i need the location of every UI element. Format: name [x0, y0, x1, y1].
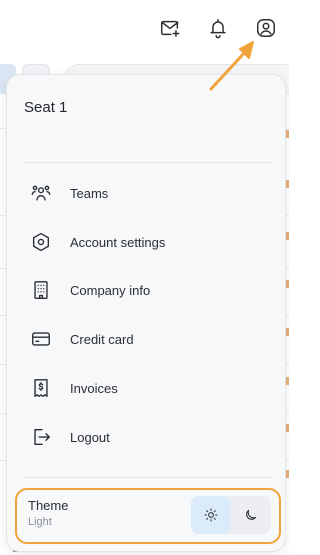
- background-tick: [286, 377, 289, 385]
- theme-label: Theme: [28, 498, 69, 513]
- menu-title: Seat 1: [24, 99, 68, 116]
- menu-divider: [24, 477, 272, 478]
- background-tick: [286, 280, 289, 288]
- background-tick: [286, 180, 289, 188]
- invoice-icon: [26, 373, 56, 403]
- menu-item-label: Credit card: [70, 331, 134, 347]
- user-circle-icon[interactable]: [253, 15, 279, 41]
- menu-divider: [24, 162, 272, 163]
- background-tick: [286, 130, 289, 138]
- building-icon: [26, 275, 56, 305]
- theme-current-value: Light: [28, 516, 52, 528]
- sun-icon: [204, 508, 218, 522]
- dark-theme-button[interactable]: [231, 496, 271, 534]
- theme-toggle: [191, 496, 271, 534]
- menu-item-label: Teams: [70, 185, 109, 201]
- theme-setting: Theme Light: [15, 488, 281, 544]
- moon-icon: [246, 509, 257, 520]
- mail-add-icon[interactable]: [157, 15, 183, 41]
- team-icon: [26, 178, 56, 208]
- account-menu: Seat 1 Teams Account settings Company in…: [6, 74, 286, 552]
- background-tick: [286, 232, 289, 240]
- background-tick: [286, 424, 289, 432]
- menu-item-label: Company info: [70, 282, 151, 298]
- light-theme-button[interactable]: [191, 496, 231, 534]
- menu-item-label: Account settings: [70, 234, 166, 250]
- menu-item-credit-card[interactable]: Credit card: [24, 320, 272, 358]
- menu-item-logout[interactable]: Logout: [24, 418, 272, 456]
- menu-item-label: Logout: [70, 429, 110, 445]
- background-tick: [286, 328, 289, 336]
- hexagon-settings-icon: [26, 227, 56, 257]
- credit-card-icon: [26, 324, 56, 354]
- menu-item-label: Invoices: [70, 380, 118, 396]
- menu-item-invoices[interactable]: Invoices: [24, 369, 272, 407]
- app-screen: Discovered Seat 1 Teams: [0, 0, 289, 555]
- bell-icon[interactable]: [205, 15, 231, 41]
- menu-item-account-settings[interactable]: Account settings: [24, 223, 272, 261]
- menu-item-company-info[interactable]: Company info: [24, 271, 272, 309]
- background-tick: [286, 470, 289, 478]
- logout-icon: [26, 422, 56, 452]
- menu-item-teams[interactable]: Teams: [24, 174, 272, 212]
